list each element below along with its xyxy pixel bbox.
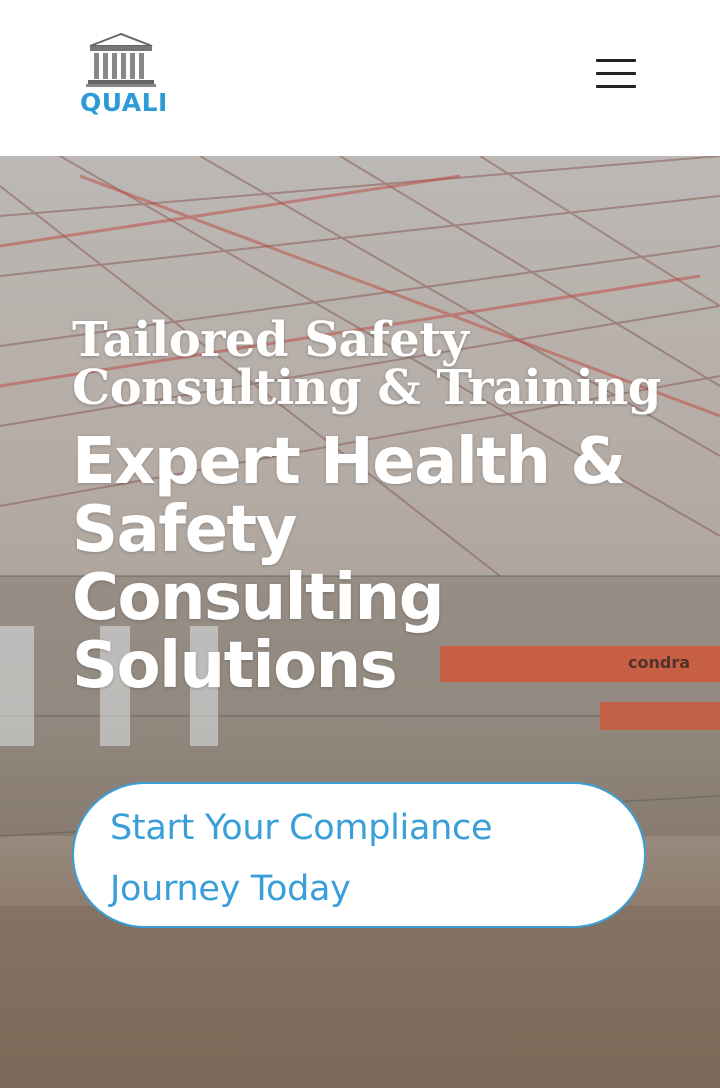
menu-bar-icon — [596, 72, 636, 75]
hero-tagline: Tailored Safety Consulting & Training — [72, 312, 661, 416]
site-header: QUALI — [0, 0, 720, 156]
hero-headline: Expert Health & Safety Consulting Soluti… — [72, 425, 626, 703]
site-logo[interactable]: QUALI — [80, 32, 167, 120]
cta-label: Start Your Compliance Journey Today — [110, 808, 493, 909]
building-icon — [86, 32, 156, 87]
start-compliance-journey-button[interactable]: Start Your Compliance Journey Today — [72, 782, 646, 928]
menu-bar-icon — [596, 59, 636, 62]
hamburger-menu-button[interactable] — [592, 54, 640, 94]
menu-bar-icon — [596, 85, 636, 88]
logo-text: QUALI — [80, 88, 168, 117]
hero-section: condra Tailored Safety Consulting & Trai… — [0, 156, 720, 1088]
